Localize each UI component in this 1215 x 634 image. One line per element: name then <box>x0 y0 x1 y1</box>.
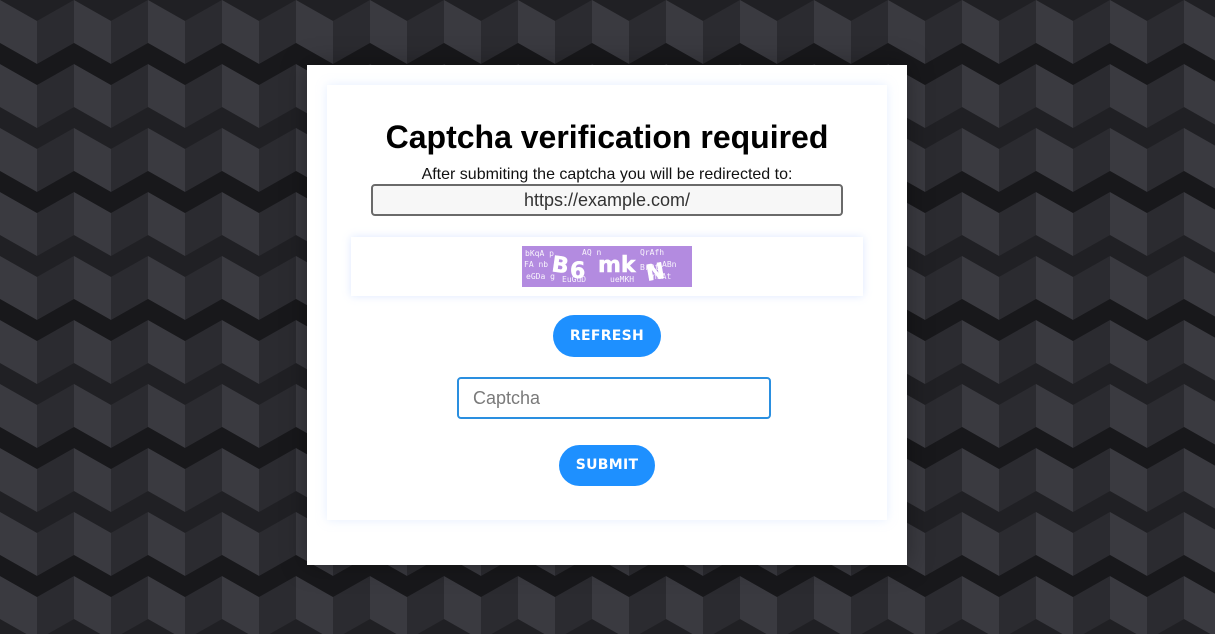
svg-text:B: B <box>550 252 570 279</box>
captcha-image: bKqA p FA nb eGDa g AQ n ueMKH QrAfh ABn… <box>522 246 692 287</box>
captcha-image-panel: bKqA p FA nb eGDa g AQ n ueMKH QrAfh ABn… <box>351 237 863 296</box>
submit-button[interactable]: SUBMIT <box>559 445 655 486</box>
captcha-form: Captcha verification required After subm… <box>327 85 887 520</box>
captcha-input[interactable] <box>457 377 771 419</box>
captcha-modal: Captcha verification required After subm… <box>307 65 907 565</box>
svg-text:ABn: ABn <box>662 260 677 269</box>
svg-text:QrAfh: QrAfh <box>640 248 664 257</box>
svg-text:FA nb: FA nb <box>524 260 548 269</box>
svg-text:6: 6 <box>570 259 585 284</box>
refresh-button[interactable]: REFRESH <box>553 315 661 357</box>
svg-text:bKqA p: bKqA p <box>525 249 554 258</box>
redirect-url-field: https://example.com/ <box>371 184 843 216</box>
redirect-label: After submiting the captcha you will be … <box>421 166 793 183</box>
svg-text:mk: mk <box>598 253 637 278</box>
page-title: Captcha verification required <box>385 119 829 155</box>
